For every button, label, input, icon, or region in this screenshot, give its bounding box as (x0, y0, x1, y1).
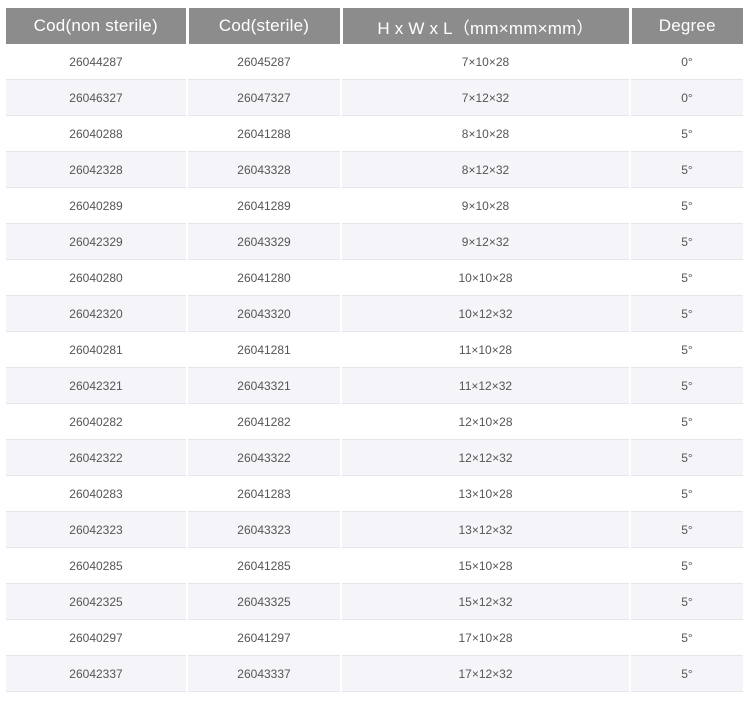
cell-cod-sterile: 26041282 (187, 403, 342, 440)
cell-cod-sterile: 26043325 (187, 583, 342, 620)
cell-cod-non-sterile: 26042329 (6, 223, 188, 260)
cell-dimensions: 11×10×28 (341, 331, 631, 368)
cell-cod-non-sterile: 26040281 (6, 331, 188, 368)
product-table-container: Cod(non sterile) Cod(sterile) H x W x L（… (6, 8, 743, 692)
cell-degree: 5° (630, 403, 743, 440)
cell-cod-sterile: 26043320 (187, 295, 342, 332)
table-row: 26040289 26041289 9×10×28 5° (6, 187, 743, 224)
cell-dimensions: 17×10×28 (341, 619, 631, 656)
table-row: 26040282 26041282 12×10×28 5° (6, 403, 743, 440)
cell-cod-sterile: 26043322 (187, 439, 342, 476)
cell-degree: 5° (630, 331, 743, 368)
table-header: Cod(non sterile) Cod(sterile) H x W x L（… (6, 8, 743, 44)
cell-cod-sterile: 26041281 (187, 331, 342, 368)
cell-cod-sterile: 26041285 (187, 547, 342, 584)
table-row: 26044287 26045287 7×10×28 0° (6, 44, 743, 80)
cell-cod-sterile: 26043328 (187, 151, 342, 188)
cell-dimensions: 17×12×32 (341, 655, 631, 692)
table-row: 26042329 26043329 9×12×32 5° (6, 223, 743, 260)
cell-degree: 0° (630, 79, 743, 116)
cell-cod-sterile: 26041297 (187, 619, 342, 656)
cell-cod-non-sterile: 26040289 (6, 187, 188, 224)
table-row: 26040281 26041281 11×10×28 5° (6, 331, 743, 368)
cell-cod-non-sterile: 26042328 (6, 151, 188, 188)
cell-cod-sterile: 26041289 (187, 187, 342, 224)
cell-degree: 0° (630, 44, 743, 80)
cell-degree: 5° (630, 439, 743, 476)
cell-cod-non-sterile: 26040288 (6, 115, 188, 152)
cell-cod-non-sterile: 26042322 (6, 439, 188, 476)
cell-dimensions: 9×12×32 (341, 223, 631, 260)
cell-degree: 5° (630, 475, 743, 512)
table-row: 26040285 26041285 15×10×28 5° (6, 547, 743, 584)
cell-dimensions: 10×12×32 (341, 295, 631, 332)
cell-degree: 5° (630, 547, 743, 584)
cell-cod-non-sterile: 26042320 (6, 295, 188, 332)
cell-degree: 5° (630, 655, 743, 692)
table-row: 26042325 26043325 15×12×32 5° (6, 583, 743, 620)
cell-dimensions: 13×10×28 (341, 475, 631, 512)
cell-cod-non-sterile: 26042323 (6, 511, 188, 548)
header-cod-non-sterile: Cod(non sterile) (6, 8, 189, 44)
cell-cod-sterile: 26047327 (187, 79, 342, 116)
cell-degree: 5° (630, 151, 743, 188)
cell-cod-sterile: 26043321 (187, 367, 342, 404)
cell-degree: 5° (630, 223, 743, 260)
cell-cod-sterile: 26045287 (187, 44, 342, 80)
cell-dimensions: 7×12×32 (341, 79, 631, 116)
cell-cod-non-sterile: 26040285 (6, 547, 188, 584)
table-row: 26046327 26047327 7×12×32 0° (6, 79, 743, 116)
cell-cod-non-sterile: 26040280 (6, 259, 188, 296)
cell-cod-non-sterile: 26042321 (6, 367, 188, 404)
cell-dimensions: 7×10×28 (341, 44, 631, 80)
cell-dimensions: 12×12×32 (341, 439, 631, 476)
cell-degree: 5° (630, 619, 743, 656)
cell-cod-non-sterile: 26042337 (6, 655, 188, 692)
table-body: 26044287 26045287 7×10×28 0° 26046327 2604732… (6, 44, 743, 692)
cell-degree: 5° (630, 295, 743, 332)
cell-degree: 5° (630, 367, 743, 404)
table-row: 26040297 26041297 17×10×28 5° (6, 619, 743, 656)
table-row: 26042328 26043328 8×12×32 5° (6, 151, 743, 188)
cell-dimensions: 8×10×28 (341, 115, 631, 152)
cell-cod-non-sterile: 26040297 (6, 619, 188, 656)
cell-degree: 5° (630, 583, 743, 620)
table-row: 26040283 26041283 13×10×28 5° (6, 475, 743, 512)
cell-degree: 5° (630, 115, 743, 152)
cell-dimensions: 9×10×28 (341, 187, 631, 224)
table-row: 26042320 26043320 10×12×32 5° (6, 295, 743, 332)
cell-cod-non-sterile: 26042325 (6, 583, 188, 620)
cell-dimensions: 15×12×32 (341, 583, 631, 620)
cell-cod-non-sterile: 26044287 (6, 44, 188, 80)
cell-cod-sterile: 26043323 (187, 511, 342, 548)
cell-cod-sterile: 26043337 (187, 655, 342, 692)
table-row: 26040280 26041280 10×10×28 5° (6, 259, 743, 296)
header-degree: Degree (630, 8, 743, 44)
cell-dimensions: 8×12×32 (341, 151, 631, 188)
table-row: 26042337 26043337 17×12×32 5° (6, 655, 743, 692)
header-dimensions: H x W x L（mm×mm×mm） (341, 8, 632, 44)
cell-cod-sterile: 26041280 (187, 259, 342, 296)
cell-degree: 5° (630, 511, 743, 548)
header-row: Cod(non sterile) Cod(sterile) H x W x L（… (6, 8, 743, 44)
header-cod-sterile: Cod(sterile) (187, 8, 343, 44)
cell-cod-non-sterile: 26040283 (6, 475, 188, 512)
cell-dimensions: 12×10×28 (341, 403, 631, 440)
cell-degree: 5° (630, 259, 743, 296)
table-row: 26042323 26043323 13×12×32 5° (6, 511, 743, 548)
table-row: 26042321 26043321 11×12×32 5° (6, 367, 743, 404)
cell-cod-sterile: 26041288 (187, 115, 342, 152)
cell-dimensions: 11×12×32 (341, 367, 631, 404)
cell-cod-sterile: 26041283 (187, 475, 342, 512)
cell-dimensions: 13×12×32 (341, 511, 631, 548)
cell-cod-sterile: 26043329 (187, 223, 342, 260)
cell-dimensions: 15×10×28 (341, 547, 631, 584)
cell-cod-non-sterile: 26046327 (6, 79, 188, 116)
table-row: 26042322 26043322 12×12×32 5° (6, 439, 743, 476)
table-row: 26040288 26041288 8×10×28 5° (6, 115, 743, 152)
product-spec-table: Cod(non sterile) Cod(sterile) H x W x L（… (6, 8, 743, 692)
cell-degree: 5° (630, 187, 743, 224)
cell-cod-non-sterile: 26040282 (6, 403, 188, 440)
cell-dimensions: 10×10×28 (341, 259, 631, 296)
